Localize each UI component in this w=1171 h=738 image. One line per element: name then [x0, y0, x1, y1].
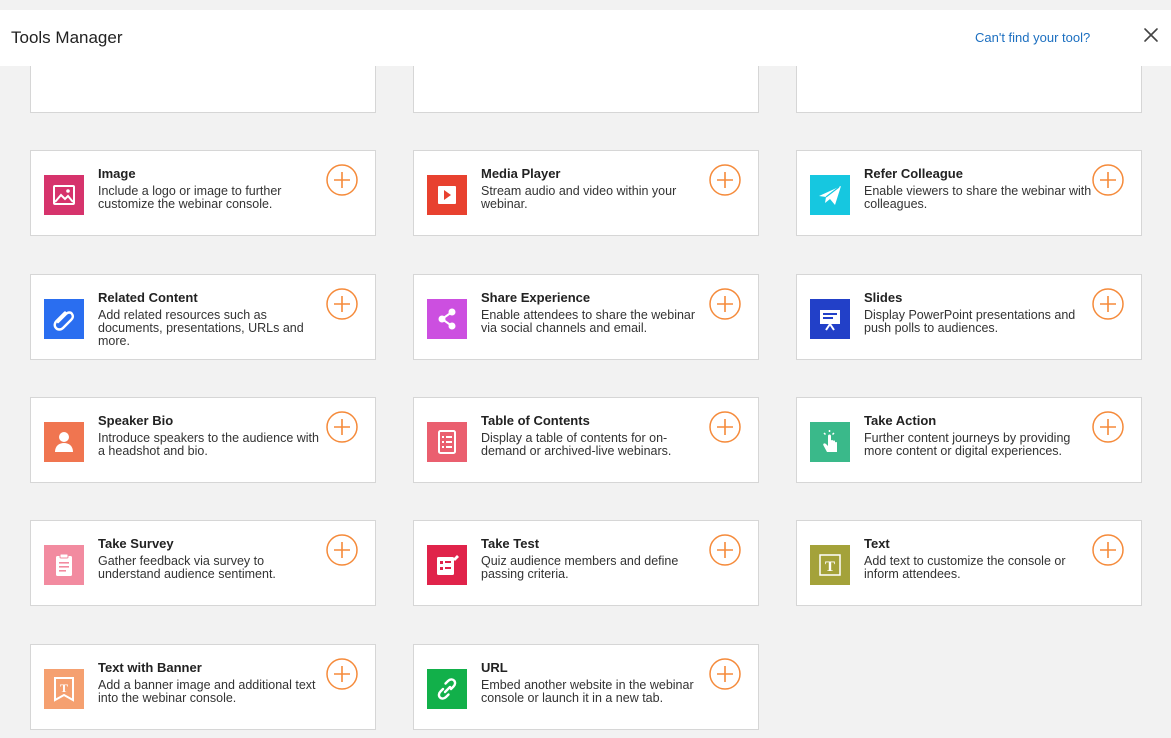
tool-name: Share Experience: [481, 290, 591, 305]
tool-text: Share Experience Enable attendees to shar…: [481, 290, 711, 335]
add-tool-button[interactable]: [326, 411, 358, 443]
clipboard-icon: [44, 545, 84, 585]
tool-card: Take Survey Gather feedback via survey to…: [30, 520, 376, 606]
tool-text: Text Add text to customize the console or…: [864, 536, 1094, 581]
banner-icon: T: [44, 669, 84, 709]
cant-find-tool-link[interactable]: Can't find your tool?: [975, 30, 1090, 45]
tool-description: Display PowerPoint presentations and pus…: [864, 308, 1076, 335]
tool-name: Take Test: [481, 536, 540, 551]
svg-text:T: T: [60, 681, 68, 695]
add-tool-button[interactable]: [709, 658, 741, 690]
tool-description: Add a banner image and additional text i…: [98, 678, 316, 705]
tool-card: Refer Colleague Enable viewers to share t…: [796, 150, 1142, 236]
add-tool-button[interactable]: [326, 658, 358, 690]
tool-text: Table of Contents Display a table of cont…: [481, 413, 711, 458]
top-strip: [0, 0, 1171, 10]
tool-card: Take Action Further content journeys by p…: [796, 397, 1142, 483]
tool-name: Image: [98, 166, 136, 181]
tool-card: Take Test Quiz audience members and defin…: [413, 520, 759, 606]
tool-card: Media Player Stream audio and video withi…: [413, 150, 759, 236]
svg-text:T: T: [825, 559, 835, 575]
tool-name: Text: [864, 536, 890, 551]
add-tool-button[interactable]: [1092, 164, 1124, 196]
add-tool-button[interactable]: [709, 534, 741, 566]
tool-card: T Text Add text to customize the console o…: [796, 520, 1142, 606]
tool-text: Image Include a logo or image to further …: [98, 166, 328, 211]
tool-name: Slides: [864, 290, 903, 305]
presentation-icon: [810, 299, 850, 339]
add-tool-button[interactable]: [326, 534, 358, 566]
add-tool-button[interactable]: [1092, 288, 1124, 320]
tool-description: Display a table of contents for on-deman…: [481, 431, 672, 458]
tool-card: Slides Display PowerPoint presentations a…: [796, 274, 1142, 360]
person-icon: [44, 422, 84, 462]
tool-text: Related Content Add related resources suc…: [98, 290, 328, 348]
tool-card: Image Include a logo or image to further …: [30, 150, 376, 236]
tool-name: Related Content: [98, 290, 198, 305]
tool-description: Further content journeys by providing mo…: [864, 431, 1071, 458]
test-icon: [427, 545, 467, 585]
tool-name: Media Player: [481, 166, 561, 181]
text-icon: T: [810, 545, 850, 585]
tool-name: URL: [481, 660, 508, 675]
tool-description: Embed another website in the webinar con…: [481, 678, 694, 705]
tools-grid: Allow attendees to earn credits and prov…: [0, 0, 1171, 738]
tool-description: Quiz audience members and define passing…: [481, 554, 679, 581]
tool-description: Gather feedback via survey to understand…: [98, 554, 276, 581]
link-icon: [427, 669, 467, 709]
share-icon: [427, 299, 467, 339]
tool-card: T Text with Banner Add a banner image and …: [30, 644, 376, 730]
tool-text: Speaker Bio Introduce speakers to the aud…: [98, 413, 328, 458]
play-icon: [427, 175, 467, 215]
tool-description: Enable viewers to share the webinar with…: [864, 184, 1092, 211]
image-icon: [44, 175, 84, 215]
tool-description: Introduce speakers to the audience with …: [98, 431, 319, 458]
tool-description: Add related resources such as documents,…: [98, 308, 304, 348]
tool-card: Speaker Bio Introduce speakers to the aud…: [30, 397, 376, 483]
add-tool-button[interactable]: [709, 288, 741, 320]
tool-text: Take Survey Gather feedback via survey to…: [98, 536, 328, 581]
tool-card: Table of Contents Display a table of cont…: [413, 397, 759, 483]
tool-description: Stream audio and video within your webin…: [481, 184, 677, 211]
add-tool-button[interactable]: [326, 288, 358, 320]
pointer-icon: [810, 422, 850, 462]
tool-text: Text with Banner Add a banner image and a…: [98, 660, 328, 705]
list-icon: [427, 422, 467, 462]
tool-text: Media Player Stream audio and video withi…: [481, 166, 711, 211]
add-tool-button[interactable]: [1092, 534, 1124, 566]
tool-name: Speaker Bio: [98, 413, 174, 428]
tool-description: Enable attendees to share the webinar vi…: [481, 308, 696, 335]
close-icon[interactable]: [1140, 24, 1162, 46]
tool-text: Refer Colleague Enable viewers to share t…: [864, 166, 1094, 211]
add-tool-button[interactable]: [326, 164, 358, 196]
add-tool-button[interactable]: [709, 164, 741, 196]
tool-description: Include a logo or image to further custo…: [98, 184, 282, 211]
tool-text: Take Test Quiz audience members and defin…: [481, 536, 711, 581]
tool-card: URL Embed another website in the webinar …: [413, 644, 759, 730]
tool-name: Take Action: [864, 413, 937, 428]
paperclip-icon: [44, 299, 84, 339]
paper-plane-icon: [810, 175, 850, 215]
tool-description: Add text to customize the console or inf…: [864, 554, 1066, 581]
header: Tools Manager Can't find your tool?: [0, 10, 1171, 66]
add-tool-button[interactable]: [1092, 411, 1124, 443]
add-tool-button[interactable]: [709, 411, 741, 443]
tool-name: Table of Contents: [481, 413, 590, 428]
tool-text: Slides Display PowerPoint presentations a…: [864, 290, 1094, 335]
tool-card: Related Content Add related resources suc…: [30, 274, 376, 360]
tool-text: URL Embed another website in the webinar …: [481, 660, 711, 705]
tool-name: Text with Banner: [98, 660, 202, 675]
tool-text: Take Action Further content journeys by p…: [864, 413, 1094, 458]
tool-name: Refer Colleague: [864, 166, 963, 181]
tool-card: Share Experience Enable attendees to shar…: [413, 274, 759, 360]
page-title: Tools Manager: [11, 28, 123, 47]
tool-name: Take Survey: [98, 536, 174, 551]
